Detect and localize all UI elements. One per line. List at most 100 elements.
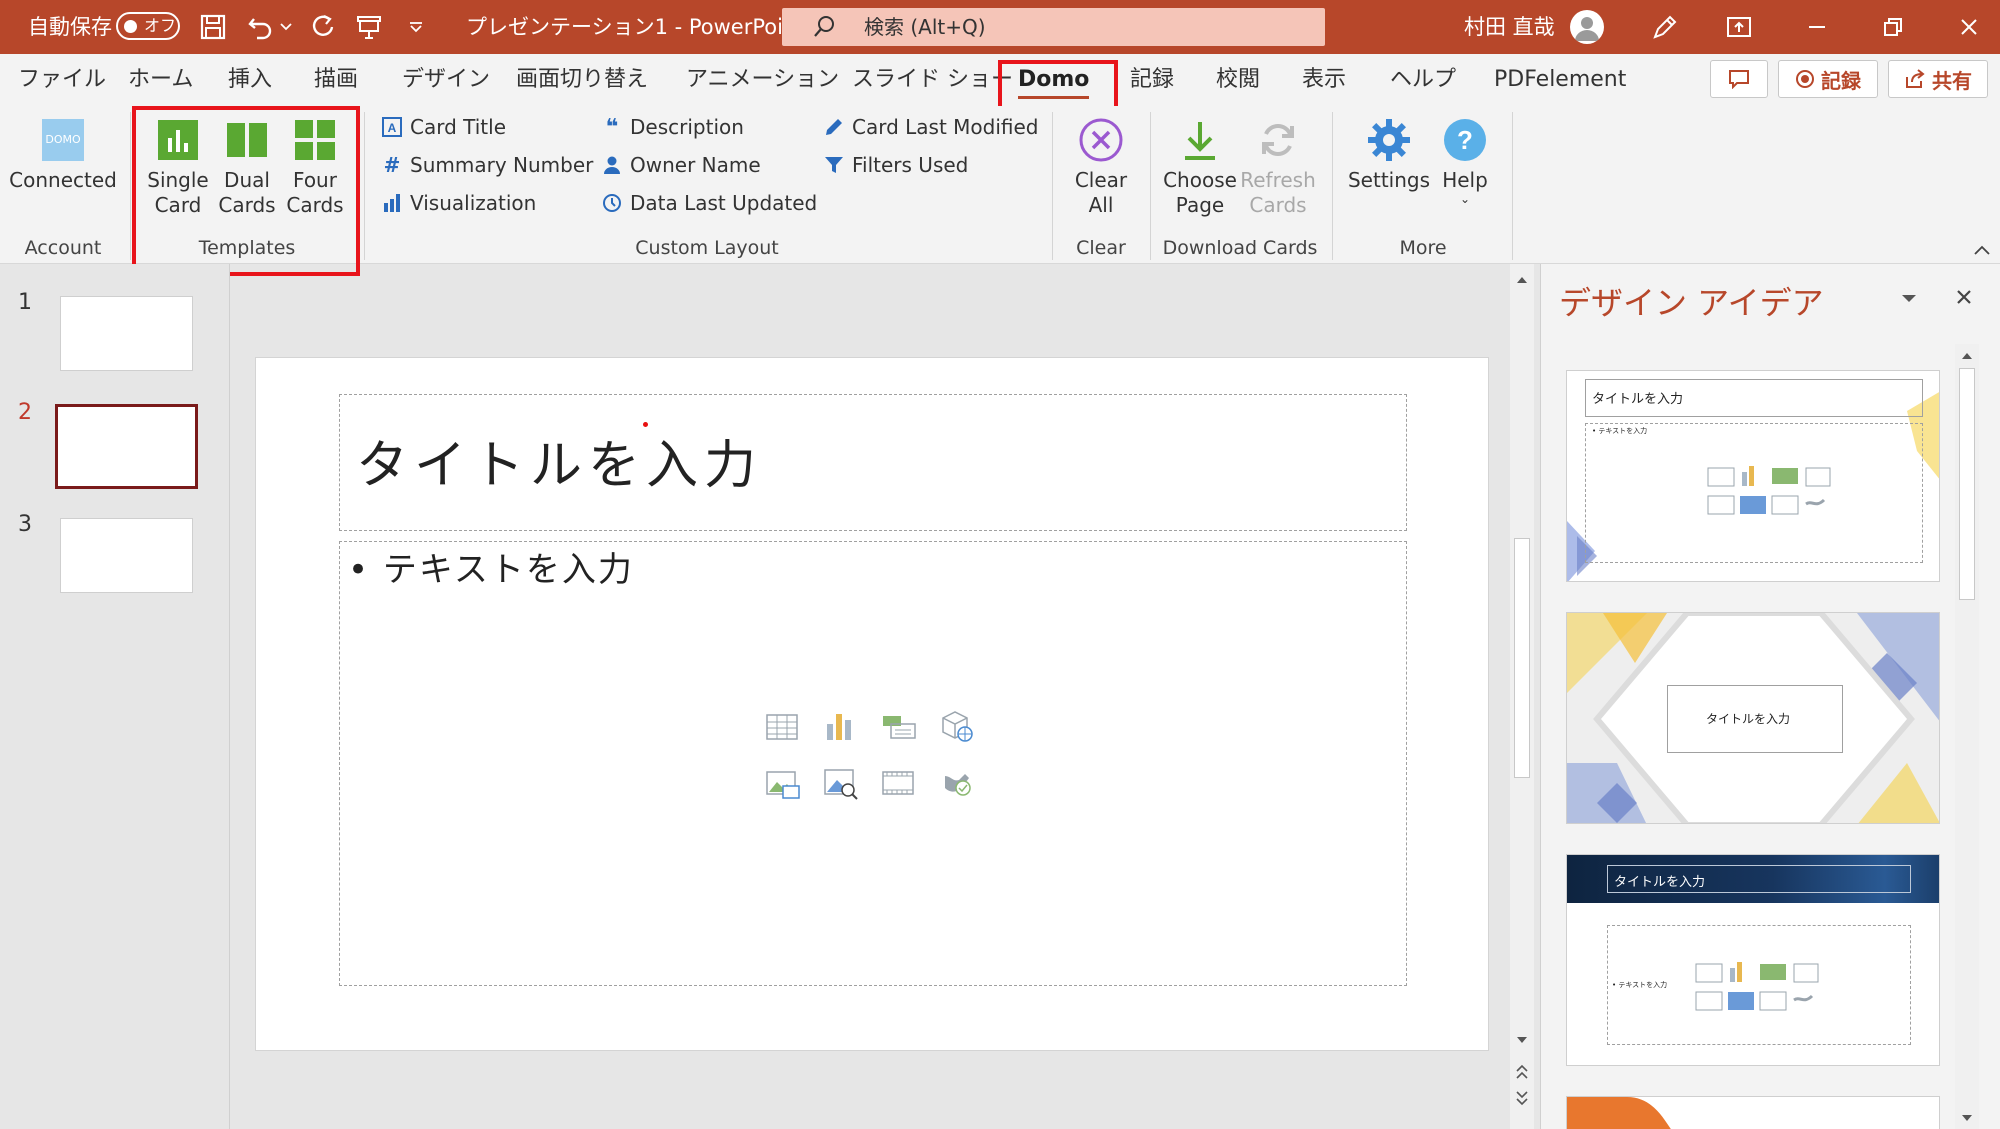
autosave-toggle[interactable]: オフ bbox=[116, 12, 180, 40]
tab-draw[interactable]: 描画 bbox=[314, 54, 358, 106]
content-placeholder-text: • テキストを入力 bbox=[348, 550, 634, 590]
record-button[interactable]: 記録 bbox=[1778, 60, 1878, 98]
tab-design[interactable]: デザイン bbox=[402, 54, 490, 106]
connected-label: Connected bbox=[9, 168, 117, 192]
tab-view[interactable]: 表示 bbox=[1302, 54, 1346, 106]
choose-page-button[interactable]: Choose Page bbox=[1158, 112, 1242, 218]
history-icon bbox=[603, 194, 621, 212]
owner-name-button[interactable]: Owner Name bbox=[602, 150, 761, 180]
redo-icon[interactable] bbox=[306, 10, 340, 44]
tab-record[interactable]: 記録 bbox=[1130, 54, 1174, 106]
slide-thumbnail-3[interactable] bbox=[60, 518, 193, 593]
title-placeholder[interactable]: タイトルを入力 bbox=[339, 394, 1407, 531]
tab-help[interactable]: ヘルプ bbox=[1390, 54, 1456, 106]
slide-thumbnail-2-selected[interactable] bbox=[55, 404, 198, 489]
comments-button[interactable] bbox=[1710, 60, 1768, 98]
design-ideas-title: デザイン アイデア bbox=[1559, 284, 1824, 322]
card-last-modified-button[interactable]: Card Last Modified bbox=[824, 112, 1039, 142]
slide-thumbnail-1[interactable] bbox=[60, 296, 193, 371]
description-label: Description bbox=[630, 115, 744, 139]
tab-pdfelement[interactable]: PDFelement bbox=[1494, 54, 1626, 106]
design-idea-4[interactable] bbox=[1566, 1096, 1940, 1129]
collapse-ribbon-icon[interactable] bbox=[1974, 240, 1990, 259]
design-pane-scrollbar[interactable] bbox=[1955, 344, 1979, 1129]
scroll-thumb[interactable] bbox=[1514, 538, 1530, 778]
content-placeholder[interactable]: • テキストを入力 bbox=[339, 541, 1407, 986]
group-separator bbox=[1052, 112, 1053, 260]
design-idea-1-body-box: • テキストを入力 bbox=[1585, 423, 1923, 563]
design-idea-2-title: タイトルを入力 bbox=[1706, 712, 1791, 726]
scroll-down-icon[interactable] bbox=[1516, 1036, 1528, 1046]
card-title-label: Card Title bbox=[410, 115, 507, 139]
insert-smartart-icon[interactable] bbox=[881, 712, 917, 746]
minimize-icon[interactable] bbox=[1800, 10, 1834, 44]
tab-review[interactable]: 校閲 bbox=[1216, 54, 1260, 106]
comment-icon bbox=[1729, 70, 1749, 89]
user-avatar[interactable] bbox=[1570, 10, 1604, 44]
customize-toolbar-icon[interactable] bbox=[404, 10, 428, 44]
autosave-label: 自動保存 bbox=[28, 15, 112, 39]
refresh-icon bbox=[1236, 112, 1320, 168]
editor-scrollbar[interactable] bbox=[1510, 264, 1534, 1129]
search-icon bbox=[812, 14, 838, 44]
pen-icon[interactable] bbox=[1648, 10, 1682, 44]
design-idea-1-title-box: タイトルを入力 bbox=[1585, 379, 1923, 417]
save-icon[interactable] bbox=[196, 10, 230, 44]
previous-slide-icon[interactable] bbox=[1516, 1064, 1528, 1080]
present-from-start-icon[interactable] bbox=[352, 10, 386, 44]
share-button[interactable]: 共有 bbox=[1888, 60, 1988, 98]
refresh-cards-button[interactable]: Refresh Cards bbox=[1236, 112, 1320, 218]
design-scroll-down-icon[interactable] bbox=[1961, 1114, 1973, 1124]
design-idea-1[interactable]: タイトルを入力 • テキストを入力 bbox=[1566, 370, 1940, 582]
templates-highlight bbox=[132, 106, 360, 276]
close-icon[interactable] bbox=[1952, 10, 1986, 44]
ribbon-display-icon[interactable] bbox=[1722, 10, 1756, 44]
toggle-knob bbox=[124, 20, 137, 33]
card-title-icon: A bbox=[382, 117, 402, 137]
tab-transitions[interactable]: 画面切り替え bbox=[516, 54, 648, 106]
scroll-up-icon[interactable] bbox=[1516, 274, 1528, 284]
description-button[interactable]: ❝ Description bbox=[602, 112, 744, 142]
help-button[interactable]: ? Help ⌄ bbox=[1430, 112, 1500, 205]
next-slide-icon[interactable] bbox=[1516, 1090, 1528, 1106]
insert-video-icon[interactable] bbox=[881, 768, 915, 802]
tab-slideshow[interactable]: スライド ショー bbox=[852, 54, 1013, 106]
insert-online-picture-icon[interactable] bbox=[823, 766, 859, 804]
pane-options-icon[interactable] bbox=[1901, 294, 1917, 304]
insert-chart-icon[interactable] bbox=[823, 710, 855, 746]
connected-button[interactable]: DOMO Connected bbox=[6, 112, 120, 193]
tab-insert[interactable]: 挿入 bbox=[228, 54, 272, 106]
insert-table-icon[interactable] bbox=[765, 712, 799, 746]
insert-icons-icon[interactable] bbox=[939, 766, 975, 804]
undo-icon[interactable] bbox=[244, 10, 278, 44]
tab-file[interactable]: ファイル bbox=[18, 54, 106, 106]
settings-button[interactable]: Settings bbox=[1342, 112, 1436, 193]
design-scroll-up-icon[interactable] bbox=[1961, 350, 1973, 360]
clear-all-button[interactable]: Clear All bbox=[1066, 112, 1136, 218]
filter-icon bbox=[825, 157, 843, 173]
summary-number-button[interactable]: # Summary Number bbox=[382, 150, 594, 180]
help-icon: ? bbox=[1430, 112, 1500, 168]
design-idea-3[interactable]: タイトルを入力 • テキストを入力 bbox=[1566, 854, 1940, 1066]
autosave-state: オフ bbox=[144, 16, 177, 35]
design-idea-3-header: タイトルを入力 bbox=[1567, 855, 1939, 903]
data-last-updated-button[interactable]: Data Last Updated bbox=[602, 188, 817, 218]
card-title-button[interactable]: A Card Title bbox=[382, 112, 506, 142]
visualization-button[interactable]: Visualization bbox=[382, 188, 536, 218]
design-idea-2[interactable]: タイトルを入力 bbox=[1566, 612, 1940, 824]
tab-home[interactable]: ホーム bbox=[128, 54, 193, 106]
pane-close-icon[interactable] bbox=[1955, 288, 1973, 306]
filters-used-button[interactable]: Filters Used bbox=[824, 150, 968, 180]
insert-3d-model-icon[interactable] bbox=[939, 708, 975, 748]
insert-picture-icon[interactable] bbox=[765, 768, 801, 804]
design-scroll-thumb[interactable] bbox=[1959, 368, 1975, 600]
restore-icon[interactable] bbox=[1876, 10, 1910, 44]
design-idea-1-body: • テキストを入力 bbox=[1592, 427, 1648, 435]
help-dropdown-icon: ⌄ bbox=[1459, 192, 1471, 206]
tab-animations[interactable]: アニメーション bbox=[686, 54, 839, 106]
search-box[interactable]: 検索 (Alt+Q) bbox=[782, 8, 1325, 46]
design-idea-1-insert-icons bbox=[1707, 466, 1831, 515]
undo-dropdown-icon[interactable] bbox=[276, 10, 296, 44]
group-clear-label: Clear bbox=[1076, 237, 1126, 259]
share-icon bbox=[1906, 69, 1925, 88]
